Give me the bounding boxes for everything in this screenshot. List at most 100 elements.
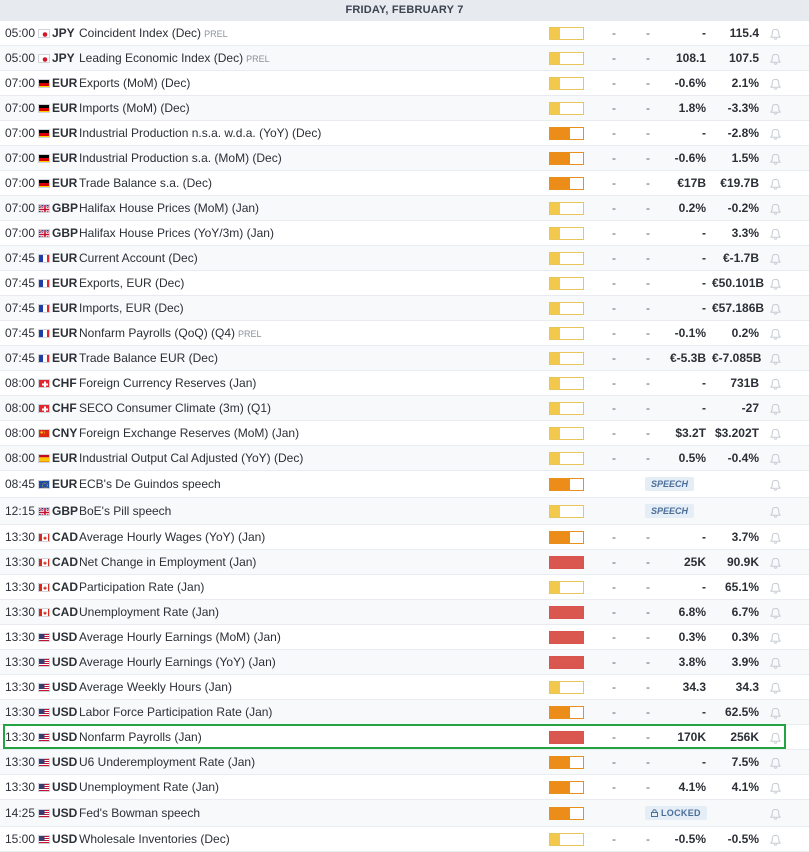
event-name[interactable]: Industrial Output Cal Adjusted (YoY) (De… — [79, 446, 539, 470]
bell-icon[interactable] — [768, 371, 782, 395]
event-name[interactable]: Unemployment Rate (Jan) — [79, 600, 539, 624]
event-name[interactable]: Imports, EUR (Dec) — [79, 296, 539, 320]
bell-icon[interactable] — [768, 171, 782, 195]
event-row[interactable]: 13:30 USD Labor Force Participation Rate (… — [0, 700, 809, 725]
event-name[interactable]: Unemployment Rate (Jan) — [79, 775, 539, 799]
event-row[interactable]: 07:45 EUR Imports, EUR (Dec) - - - €57.186B — [0, 296, 809, 321]
event-name[interactable]: U6 Underemployment Rate (Jan) — [79, 750, 539, 774]
event-name[interactable]: Average Hourly Wages (YoY) (Jan) — [79, 525, 539, 549]
event-row[interactable]: 08:00 CHF SECO Consumer Climate (3m) (Q1) -… — [0, 396, 809, 421]
bell-icon[interactable] — [768, 498, 782, 524]
bell-icon[interactable] — [768, 121, 782, 145]
event-name[interactable]: Leading Economic Index (Dec) PREL — [79, 46, 539, 71]
bell-icon[interactable] — [768, 321, 782, 345]
bell-icon[interactable] — [768, 296, 782, 320]
bell-icon[interactable] — [768, 700, 782, 724]
bell-icon[interactable] — [768, 775, 782, 799]
bell-icon[interactable] — [768, 650, 782, 674]
bell-icon[interactable] — [768, 221, 782, 245]
event-row[interactable]: 05:00 JPY Coincident Index (Dec) PREL - - - 115… — [0, 21, 809, 46]
event-name[interactable]: Coincident Index (Dec) PREL — [79, 21, 539, 46]
bell-icon[interactable] — [768, 71, 782, 95]
event-name[interactable]: Foreign Exchange Reserves (MoM) (Jan) — [79, 421, 539, 445]
event-row[interactable]: 12:15 GBP BoE's Pill speech SPEECH — [0, 498, 809, 525]
event-row[interactable]: 07:00 EUR Industrial Production n.s.a. w.d… — [0, 121, 809, 146]
event-name[interactable]: Halifax House Prices (MoM) (Jan) — [79, 196, 539, 220]
bell-icon[interactable] — [768, 725, 782, 749]
event-row[interactable]: 14:25 USD Fed's Bowman speech LOCKED — [0, 800, 809, 827]
bell-icon[interactable] — [768, 271, 782, 295]
event-row[interactable]: 08:45 EUR ECB's De Guindos speech SPEECH — [0, 471, 809, 498]
bell-icon[interactable] — [768, 46, 782, 70]
event-row[interactable]: 13:30 USD Average Hourly Earnings (YoY) (J… — [0, 650, 809, 675]
bell-icon[interactable] — [768, 21, 782, 45]
event-row[interactable]: 13:30 USD Average Weekly Hours (Jan) - - 34.3… — [0, 675, 809, 700]
event-name[interactable]: Foreign Currency Reserves (Jan) — [79, 371, 539, 395]
event-row[interactable]: 13:30 CAD Participation Rate (Jan) - - - 65.1% — [0, 575, 809, 600]
bell-icon[interactable] — [768, 575, 782, 599]
event-row[interactable]: 07:45 EUR Trade Balance EUR (Dec) - - €-5.3B €… — [0, 346, 809, 371]
event-row[interactable]: 13:30 USD Unemployment Rate (Jan) - - 4.1% 4.1… — [0, 775, 809, 800]
event-row[interactable]: 08:00 EUR Industrial Output Cal Adjusted (… — [0, 446, 809, 471]
bell-icon[interactable] — [768, 750, 782, 774]
event-row[interactable]: 07:00 EUR Trade Balance s.a. (Dec) - - €17B €1… — [0, 171, 809, 196]
event-name[interactable]: ECB's De Guindos speech — [79, 471, 539, 497]
event-name[interactable]: SECO Consumer Climate (3m) (Q1) — [79, 396, 539, 420]
bell-icon[interactable] — [768, 346, 782, 370]
event-name[interactable]: BoE's Pill speech — [79, 498, 539, 524]
event-row[interactable]: 07:45 EUR Nonfarm Payrolls (QoQ) (Q4) PREL -… — [0, 321, 809, 346]
event-name[interactable]: Current Account (Dec) — [79, 246, 539, 270]
event-name[interactable]: Imports (MoM) (Dec) — [79, 96, 539, 120]
event-name[interactable]: Nonfarm Payrolls (QoQ) (Q4) PREL — [79, 321, 539, 346]
bell-icon[interactable] — [768, 525, 782, 549]
event-name[interactable]: Net Change in Employment (Jan) — [79, 550, 539, 574]
event-row[interactable]: 07:45 EUR Exports, EUR (Dec) - - - €50.101B — [0, 271, 809, 296]
bell-icon[interactable] — [768, 827, 782, 851]
event-row[interactable]: 08:00 CNY Foreign Exchange Reserves (MoM) … — [0, 421, 809, 446]
event-name[interactable]: Trade Balance EUR (Dec) — [79, 346, 539, 370]
event-name[interactable]: Average Hourly Earnings (YoY) (Jan) — [79, 650, 539, 674]
event-row[interactable]: 07:00 EUR Imports (MoM) (Dec) - - 1.8% -3.3% — [0, 96, 809, 121]
bell-icon[interactable] — [768, 800, 782, 826]
event-row[interactable]: 05:00 JPY Leading Economic Index (Dec) PREL… — [0, 46, 809, 71]
locked-badge[interactable]: LOCKED — [645, 806, 707, 820]
event-row[interactable]: 13:30 USD Nonfarm Payrolls (Jan) - - 170K 256K — [0, 724, 809, 750]
event-name[interactable]: Participation Rate (Jan) — [79, 575, 539, 599]
event-name[interactable]: Nonfarm Payrolls (Jan) — [79, 725, 539, 749]
bell-icon[interactable] — [768, 96, 782, 120]
event-row[interactable]: 07:45 EUR Current Account (Dec) - - - €-1.7B — [0, 246, 809, 271]
bell-icon[interactable] — [768, 446, 782, 470]
event-row[interactable]: 15:00 USD Wholesale Inventories (Dec) - - -0.… — [0, 827, 809, 852]
bell-icon[interactable] — [768, 471, 782, 497]
bell-icon[interactable] — [768, 550, 782, 574]
event-row[interactable]: 13:30 CAD Unemployment Rate (Jan) - - 6.8% 6.7… — [0, 600, 809, 625]
event-name[interactable]: Industrial Production n.s.a. w.d.a. (YoY… — [79, 121, 539, 145]
bell-icon[interactable] — [768, 421, 782, 445]
event-row[interactable]: 07:00 GBP Halifax House Prices (YoY/3m) (J… — [0, 221, 809, 246]
event-name[interactable]: Wholesale Inventories (Dec) — [79, 827, 539, 851]
event-row[interactable]: 13:30 USD Average Hourly Earnings (MoM) (J… — [0, 625, 809, 650]
event-name[interactable]: Labor Force Participation Rate (Jan) — [79, 700, 539, 724]
bell-icon[interactable] — [768, 246, 782, 270]
event-name[interactable]: Trade Balance s.a. (Dec) — [79, 171, 539, 195]
event-name[interactable]: Exports, EUR (Dec) — [79, 271, 539, 295]
event-row[interactable]: 13:30 CAD Average Hourly Wages (YoY) (Jan)… — [0, 525, 809, 550]
bell-icon[interactable] — [768, 600, 782, 624]
event-name[interactable]: Average Hourly Earnings (MoM) (Jan) — [79, 625, 539, 649]
bell-icon[interactable] — [768, 675, 782, 699]
bell-icon[interactable] — [768, 396, 782, 420]
event-row[interactable]: 08:00 CHF Foreign Currency Reserves (Jan) -… — [0, 371, 809, 396]
event-row[interactable]: 13:30 USD U6 Underemployment Rate (Jan) - - -… — [0, 750, 809, 775]
event-name[interactable]: Halifax House Prices (YoY/3m) (Jan) — [79, 221, 539, 245]
event-name[interactable]: Exports (MoM) (Dec) — [79, 71, 539, 95]
bell-icon[interactable] — [768, 146, 782, 170]
event-name[interactable]: Fed's Bowman speech — [79, 800, 539, 826]
event-row[interactable]: 07:00 EUR Exports (MoM) (Dec) - - -0.6% 2.1% — [0, 71, 809, 96]
event-row[interactable]: 07:00 GBP Halifax House Prices (MoM) (Jan)… — [0, 196, 809, 221]
event-name[interactable]: Industrial Production s.a. (MoM) (Dec) — [79, 146, 539, 170]
bell-icon[interactable] — [768, 196, 782, 220]
bell-icon[interactable] — [768, 625, 782, 649]
event-name[interactable]: Average Weekly Hours (Jan) — [79, 675, 539, 699]
event-row[interactable]: 13:30 CAD Net Change in Employment (Jan) - -… — [0, 550, 809, 575]
event-row[interactable]: 07:00 EUR Industrial Production s.a. (MoM)… — [0, 146, 809, 171]
